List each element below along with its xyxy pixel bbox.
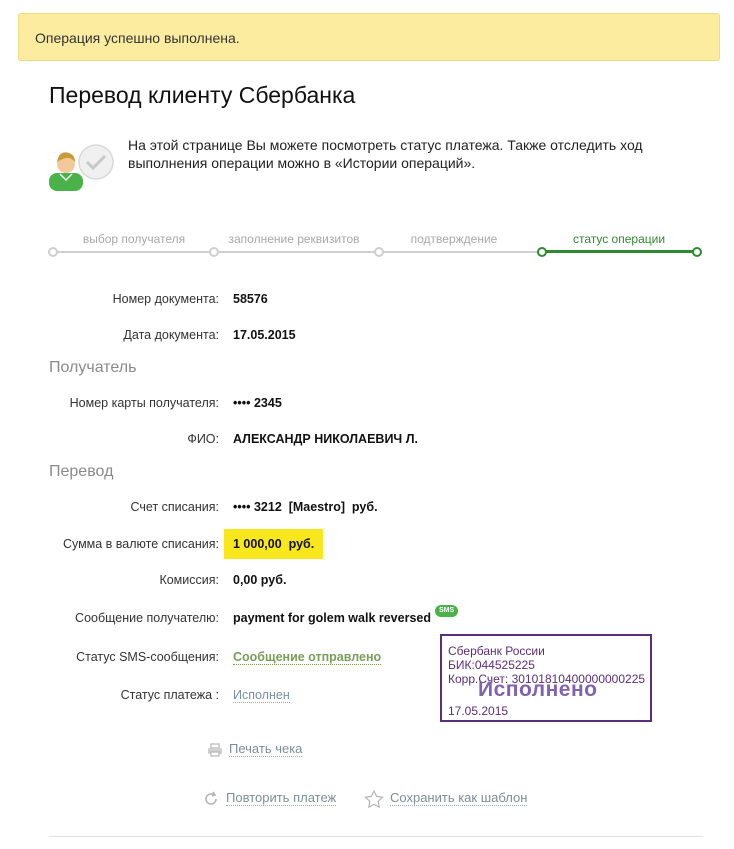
stamp-status: Исполнено bbox=[478, 678, 598, 701]
step-dot-active bbox=[537, 247, 547, 257]
step-label-recipient: выбор получателя bbox=[82, 232, 186, 246]
recipient-card-value: •••• 2345 bbox=[233, 396, 282, 410]
success-banner: Операция успешно выполнена. bbox=[18, 13, 720, 61]
doc-number-value: 58576 bbox=[233, 292, 268, 306]
star-icon bbox=[364, 789, 384, 809]
debit-account-value: •••• 3212 [Maestro] руб. bbox=[233, 500, 378, 514]
debit-account-row: Счет списания: •••• 3212 [Maestro] руб. bbox=[0, 500, 734, 520]
payment-status-label: Статус платежа : bbox=[120, 688, 219, 702]
doc-date-row: Дата документа: 17.05.2015 bbox=[0, 328, 734, 348]
printer-icon bbox=[208, 742, 222, 757]
message-row: Сообщение получателю: payment for golem … bbox=[0, 605, 734, 631]
step-dot bbox=[209, 247, 219, 257]
doc-date-value: 17.05.2015 bbox=[233, 328, 296, 342]
repeat-payment-button[interactable]: Повторить платеж bbox=[202, 790, 337, 808]
page-title: Перевод клиенту Сбербанка bbox=[49, 82, 356, 108]
fee-row: Комиссия: 0,00 руб. bbox=[0, 573, 734, 593]
transfer-section-title: Перевод bbox=[49, 463, 114, 480]
message-value: payment for golem walk reversed bbox=[233, 611, 431, 625]
step-dot-active bbox=[692, 247, 702, 257]
stamp-date: 17.05.2015 bbox=[448, 704, 509, 718]
step-line-inactive bbox=[53, 251, 541, 253]
progress-steps: выбор получателя заполнение реквизитов п… bbox=[48, 230, 703, 260]
amount-label: Сумма в валюте списания: bbox=[62, 537, 219, 551]
print-receipt-button[interactable]: Печать чека bbox=[207, 741, 303, 757]
success-banner-text: Операция успешно выполнена. bbox=[35, 30, 240, 46]
step-dot bbox=[48, 247, 58, 257]
step-line-active bbox=[541, 250, 697, 253]
recipient-section-title: Получатель bbox=[49, 359, 137, 376]
save-template-label: Сохранить как шаблон bbox=[390, 790, 528, 807]
doc-date-label: Дата документа: bbox=[123, 328, 219, 342]
recipient-name-label: ФИО: bbox=[187, 432, 219, 446]
fee-label: Комиссия: bbox=[159, 573, 219, 587]
message-label: Сообщение получателю: bbox=[75, 611, 219, 625]
bank-stamp: Сбербанк России БИК:044525225 Корр.Счет:… bbox=[440, 634, 652, 722]
step-label-status: статус операции bbox=[572, 232, 666, 246]
sms-status-label: Статус SMS-сообщения: bbox=[76, 650, 219, 664]
payment-status-link[interactable]: Исполнен bbox=[233, 688, 290, 703]
step-label-confirm: подтверждение bbox=[410, 232, 498, 246]
repeat-payment-label: Повторить платеж bbox=[226, 790, 337, 807]
debit-account-label: Счет списания: bbox=[130, 500, 219, 514]
recipient-card-row: Номер карты получателя: •••• 2345 bbox=[0, 396, 734, 416]
footer-divider bbox=[49, 836, 703, 837]
save-template-button[interactable]: Сохранить как шаблон bbox=[364, 789, 528, 809]
client-avatar-icon bbox=[46, 140, 116, 194]
step-label-details: заполнение реквизитов bbox=[228, 232, 360, 246]
doc-number-label: Номер документа: bbox=[112, 292, 219, 306]
amount-row: Сумма в валюте списания: 1 000,00 руб. bbox=[0, 529, 734, 559]
intro-text: На этой странице Вы можете посмотреть ст… bbox=[128, 137, 643, 171]
recipient-name-value: АЛЕКСАНДР НИКОЛАЕВИЧ Л. bbox=[233, 432, 418, 446]
repeat-icon bbox=[205, 791, 217, 805]
recipient-name-row: ФИО: АЛЕКСАНДР НИКОЛАЕВИЧ Л. bbox=[0, 432, 734, 452]
sms-icon: SMS bbox=[435, 605, 459, 617]
amount-value: 1 000,00 руб. bbox=[224, 529, 324, 559]
recipient-card-label: Номер карты получателя: bbox=[69, 396, 219, 410]
fee-value: 0,00 руб. bbox=[233, 573, 287, 587]
step-dot bbox=[374, 247, 384, 257]
doc-number-row: Номер документа: 58576 bbox=[0, 292, 734, 312]
print-receipt-label: Печать чека bbox=[229, 741, 303, 757]
stamp-bank-name: Сбербанк России bbox=[448, 644, 545, 658]
stamp-bik: БИК:044525225 bbox=[448, 658, 535, 672]
sms-status-link[interactable]: Сообщение отправлено bbox=[233, 650, 382, 665]
